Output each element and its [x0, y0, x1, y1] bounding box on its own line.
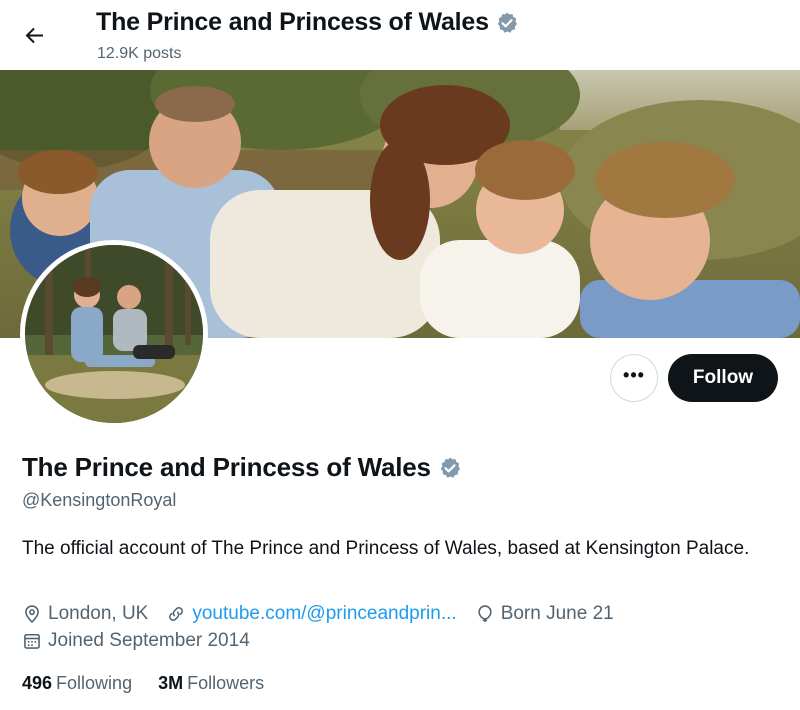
profile-handle: @KensingtonRoyal: [22, 490, 177, 510]
back-button[interactable]: [20, 20, 50, 50]
calendar-icon: [24, 633, 40, 649]
arrow-left-icon: [25, 27, 43, 44]
location-text: London, UK: [48, 603, 149, 624]
header-title-text: The Prince and Princess of Wales: [96, 8, 489, 36]
more-options-icon: •••: [623, 365, 645, 385]
top-bar: The Prince and Princess of Wales 12.9K p…: [0, 0, 800, 70]
location-pin-icon: [25, 605, 39, 623]
following-label: Following: [56, 673, 133, 693]
birthday: Born June 21: [475, 603, 614, 625]
followers-label: Followers: [187, 673, 265, 693]
joined-date: Joined September 2014: [22, 630, 250, 652]
website-link[interactable]: youtube.com/@princeandprin...: [192, 603, 456, 625]
header-title: The Prince and Princess of Wales: [96, 8, 519, 37]
profile-bio: The official account of The Prince and P…: [22, 538, 750, 559]
more-options-button[interactable]: •••: [610, 354, 658, 402]
profile-meta-row: London, UK youtube.com/@princeandprin...…: [22, 603, 632, 625]
link-icon: [169, 607, 184, 621]
followers-link[interactable]: 3M Followers: [158, 673, 264, 694]
post-count: 12.9K posts: [97, 45, 182, 62]
balloon-icon: [478, 605, 492, 623]
profile-name-text: The Prince and Princess of Wales: [22, 452, 431, 482]
following-link[interactable]: 496 Following: [22, 673, 132, 694]
website[interactable]: youtube.com/@princeandprin...: [166, 603, 457, 625]
location: London, UK: [22, 603, 148, 625]
joined-text: Joined September 2014: [48, 630, 250, 651]
profile-avatar[interactable]: [20, 240, 208, 428]
profile-name: The Prince and Princess of Wales: [22, 452, 462, 483]
birthday-text: Born June 21: [500, 603, 614, 624]
followers-count: 3M: [158, 673, 184, 693]
follow-button[interactable]: Follow: [668, 354, 778, 402]
follow-stats: 496 Following 3M Followers: [22, 673, 290, 694]
profile-meta-row-2: Joined September 2014: [22, 630, 268, 652]
following-count: 496: [22, 673, 53, 693]
verified-badge-icon: [440, 457, 460, 478]
verified-badge-icon: [497, 12, 517, 33]
